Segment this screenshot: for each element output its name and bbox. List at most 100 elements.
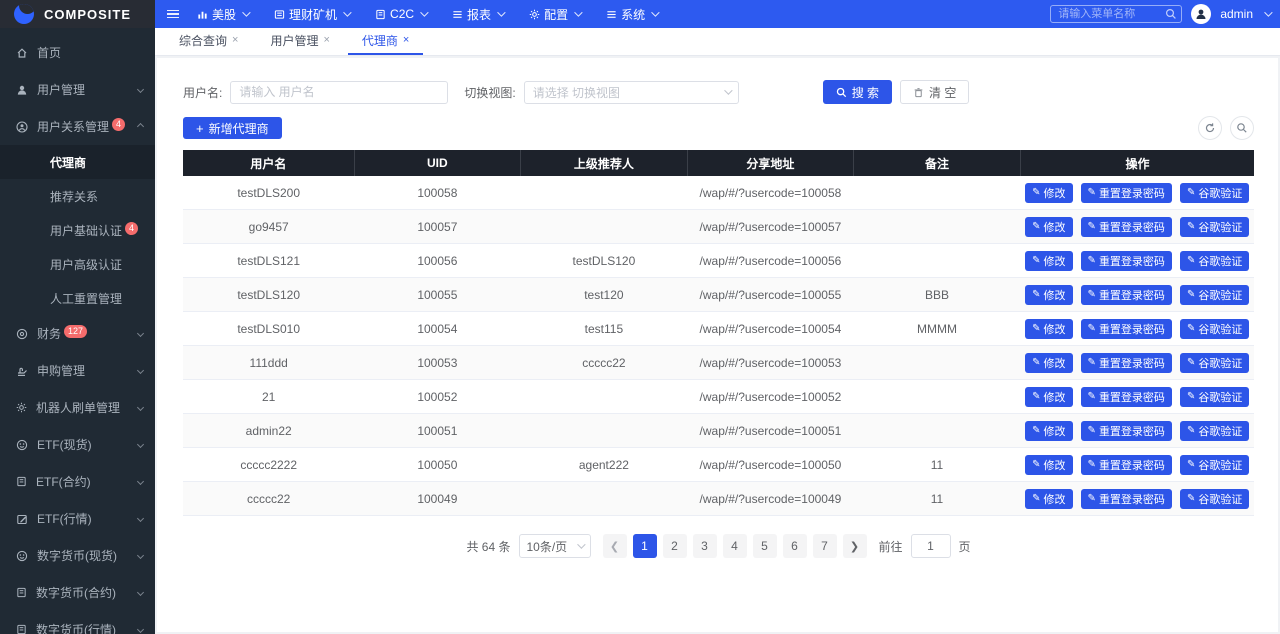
cell-uid: 100052 [354,380,520,414]
nav-menu-c2c[interactable]: C2C [375,7,426,21]
edit-button[interactable]: ✎修改 [1025,421,1072,441]
sidebar-item-etf-quotes[interactable]: ETF(行情) [0,500,155,537]
chevron-down-icon [137,478,144,485]
nav-menu-wealth[interactable]: 理财矿机 [274,6,349,23]
cell-referrer: ccccc22 [520,346,687,380]
page-button-1[interactable]: 1 [633,534,657,558]
reset-password-button[interactable]: ✎重置登录密码 [1081,353,1172,373]
google-verify-button[interactable]: ✎谷歌验证 [1180,217,1249,237]
page-size-select[interactable]: 10条/页 [519,534,591,558]
google-verify-button[interactable]: ✎谷歌验证 [1180,455,1249,475]
sidebar-item-label: 数字货币(行情) [36,621,116,634]
reset-password-button[interactable]: ✎重置登录密码 [1081,285,1172,305]
reset-password-button[interactable]: ✎重置登录密码 [1081,251,1172,271]
view-switch-select[interactable]: 请选择 切换视图 [524,81,739,104]
sidebar-subitem-manual-reset[interactable]: 人工重置管理 [0,281,155,315]
sidebar-item-user-mgmt[interactable]: 用户管理 [0,71,155,108]
sidebar-subitem-basic-auth[interactable]: 用户基础认证4 [0,213,155,247]
google-verify-button[interactable]: ✎谷歌验证 [1180,489,1249,509]
username-input[interactable] [230,81,448,104]
username-label[interactable]: admin [1220,7,1253,21]
cell-uid: 100057 [354,210,520,244]
page-button-3[interactable]: 3 [693,534,717,558]
pencil-icon: ✎ [1187,187,1195,198]
tab-agents[interactable]: 代理商× [348,27,423,55]
sidebar-item-crypto-contract[interactable]: 数字货币(合约) [0,574,155,611]
prev-page-button[interactable]: ❮ [603,534,627,558]
cell-uid: 100054 [354,312,520,346]
google-verify-button[interactable]: ✎谷歌验证 [1180,319,1249,339]
page-button-7[interactable]: 7 [813,534,837,558]
edit-button[interactable]: ✎修改 [1025,285,1072,305]
chevron-down-icon [242,8,250,16]
reset-password-button[interactable]: ✎重置登录密码 [1081,489,1172,509]
goto-page-input[interactable] [911,534,951,558]
refresh-button[interactable] [1198,116,1222,140]
edit-button[interactable]: ✎修改 [1025,455,1072,475]
edit-button[interactable]: ✎修改 [1025,387,1072,407]
column-header: 上级推荐人 [520,150,687,176]
sidebar-collapse-icon[interactable] [167,10,179,19]
reset-password-button[interactable]: ✎重置登录密码 [1081,455,1172,475]
sidebar-item-robot[interactable]: 机器人刷单管理 [0,389,155,426]
user-avatar[interactable] [1191,4,1211,24]
close-icon[interactable]: × [232,34,238,46]
reset-password-button[interactable]: ✎重置登录密码 [1081,421,1172,441]
nav-menu-stocks[interactable]: 美股 [197,6,248,23]
sidebar-item-etf-contract[interactable]: ETF(合约) [0,463,155,500]
page-button-2[interactable]: 2 [663,534,687,558]
sidebar-item-finance[interactable]: 财务127 [0,315,155,352]
clear-button[interactable]: 清 空 [900,80,969,104]
close-icon[interactable]: × [403,34,409,46]
edit-button[interactable]: ✎修改 [1025,251,1072,271]
edit-button[interactable]: ✎修改 [1025,319,1072,339]
google-verify-button[interactable]: ✎谷歌验证 [1180,421,1249,441]
google-verify-button[interactable]: ✎谷歌验证 [1180,251,1249,271]
edit-button[interactable]: ✎修改 [1025,353,1072,373]
nav-menu-config[interactable]: 配置 [529,6,580,23]
close-icon[interactable]: × [323,34,329,46]
search-button[interactable]: 搜 索 [823,80,892,104]
sidebar-item-label: ETF(行情) [37,510,92,527]
google-verify-button[interactable]: ✎谷歌验证 [1180,285,1249,305]
page-button-6[interactable]: 6 [783,534,807,558]
tab-user-mgmt[interactable]: 用户管理× [256,27,343,55]
google-verify-button[interactable]: ✎谷歌验证 [1180,353,1249,373]
sidebar-subitem-advanced-auth[interactable]: 用户高级认证 [0,247,155,281]
sidebar-subitem-agents[interactable]: 代理商 [0,145,155,179]
edit-button[interactable]: ✎修改 [1025,183,1072,203]
nav-menu-system[interactable]: 系统 [606,6,657,23]
google-verify-button[interactable]: ✎谷歌验证 [1180,183,1249,203]
google-verify-button[interactable]: ✎谷歌验证 [1180,387,1249,407]
face-icon [16,439,28,451]
nav-menu-reports[interactable]: 报表 [452,6,503,23]
pencil-icon: ✎ [1187,221,1195,232]
sidebar-item-etf-spot[interactable]: ETF(现货) [0,426,155,463]
page-button-5[interactable]: 5 [753,534,777,558]
tab-composite-query[interactable]: 综合查询× [165,27,252,55]
sidebar-item-crypto-spot[interactable]: 数字货币(现货) [0,537,155,574]
reset-password-button[interactable]: ✎重置登录密码 [1081,387,1172,407]
next-page-button[interactable]: ❯ [843,534,867,558]
reset-password-button[interactable]: ✎重置登录密码 [1081,183,1172,203]
chevron-down-icon [724,86,732,94]
add-agent-button[interactable]: + 新增代理商 [183,117,282,139]
reset-password-button[interactable]: ✎重置登录密码 [1081,217,1172,237]
reset-password-button[interactable]: ✎重置登录密码 [1081,319,1172,339]
sidebar-item-user-relation[interactable]: 用户关系管理4 [0,108,155,145]
top-navbar: COMPOSITE 美股理财矿机C2C报表配置系统 admin [0,0,1280,28]
sidebar-item-crypto-quotes[interactable]: 数字货币(行情) [0,611,155,634]
sidebar-item-purchase[interactable]: 申购管理 [0,352,155,389]
page-button-4[interactable]: 4 [723,534,747,558]
sidebar-item-home[interactable]: 首页 [0,34,155,71]
cell-username: 111ddd [183,346,354,380]
tab-bar: 综合查询×用户管理×代理商× [155,28,1280,56]
edit-button[interactable]: ✎修改 [1025,489,1072,509]
column-search-button[interactable] [1230,116,1254,140]
sidebar-subitem-referrals[interactable]: 推荐关系 [0,179,155,213]
menu-search-input[interactable] [1050,5,1182,23]
cell-referrer [520,176,687,210]
edit-button[interactable]: ✎修改 [1025,217,1072,237]
cell-share-url: /wap/#/?usercode=100050 [687,448,853,482]
count-badge: 127 [64,325,87,338]
